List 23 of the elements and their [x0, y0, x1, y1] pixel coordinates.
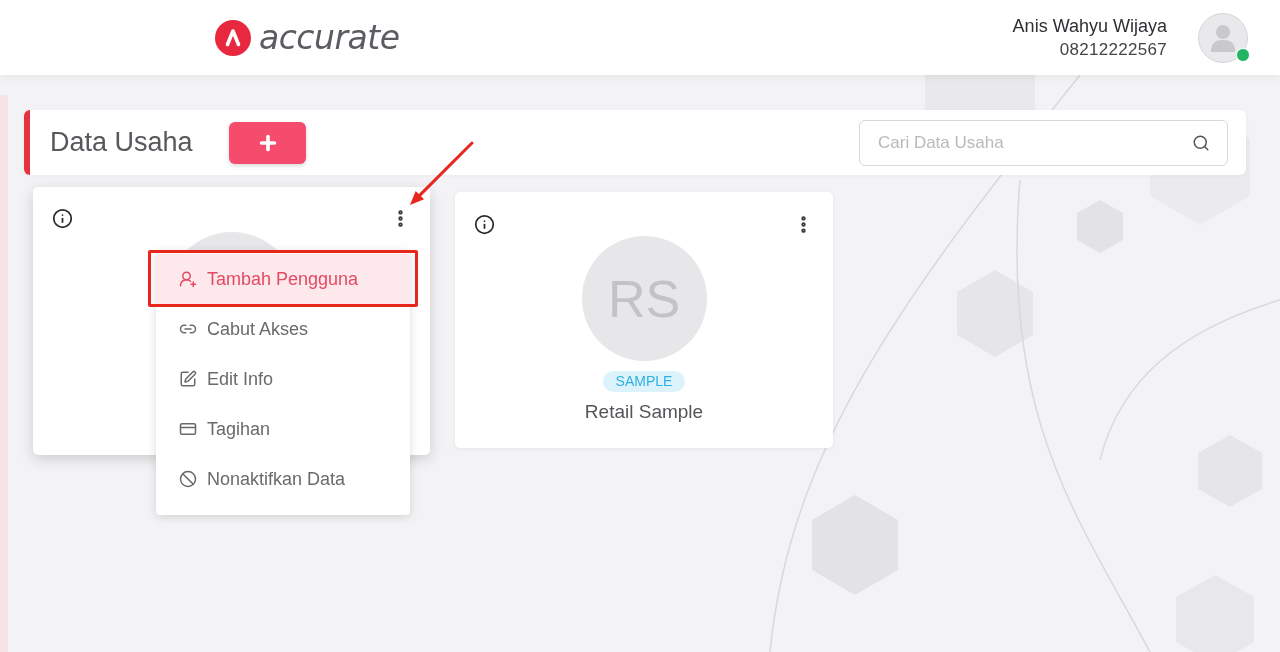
page-title: Data Usaha: [50, 129, 194, 156]
search-icon[interactable]: [1192, 133, 1210, 152]
info-icon[interactable]: [474, 214, 495, 235]
add-button[interactable]: [229, 121, 306, 164]
business-name: Retail Sample: [584, 400, 704, 424]
user-avatar[interactable]: [1198, 12, 1248, 63]
menu-item[interactable]: Tagihan: [156, 404, 410, 454]
menu-item[interactable]: Cabut Akses: [156, 304, 410, 354]
prohibition-icon: [179, 470, 197, 488]
sample-badge: SAMPLE: [602, 371, 686, 392]
user-name: Anis Wahyu Wijaya: [1012, 14, 1167, 38]
logo-text: accurate: [259, 21, 400, 54]
menu-item[interactable]: Nonaktifkan Data: [156, 454, 410, 504]
user-plus-icon: [179, 270, 197, 288]
logo-icon: [215, 19, 251, 56]
pencil-square-icon: [179, 370, 197, 388]
menu-item[interactable]: Edit Info: [156, 354, 410, 404]
search-field[interactable]: Cari Data Usaha: [859, 119, 1228, 166]
menu-item[interactable]: Tambah Pengguna: [156, 254, 410, 304]
person-icon: [1210, 23, 1236, 52]
user-phone: 08212222567: [1059, 38, 1167, 61]
card-icon: [179, 420, 197, 438]
info-icon[interactable]: [52, 208, 73, 229]
